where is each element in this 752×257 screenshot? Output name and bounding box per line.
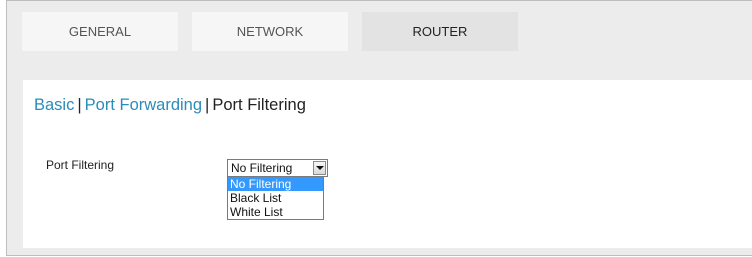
tab-router[interactable]: ROUTER [362, 12, 518, 51]
router-settings-frame: GENERAL NETWORK ROUTER Basic | Port Forwar… [6, 0, 752, 256]
tab-general[interactable]: GENERAL [22, 12, 178, 51]
chevron-down-icon[interactable] [313, 161, 326, 175]
tab-network[interactable]: NETWORK [192, 12, 348, 51]
breadcrumb-separator: | [77, 96, 82, 114]
breadcrumb: Basic | Port Forwarding | Port Filtering [34, 96, 306, 115]
option-black-list[interactable]: Black List [228, 191, 323, 205]
option-white-list[interactable]: White List [228, 205, 323, 219]
breadcrumb-separator: | [205, 96, 210, 114]
breadcrumb-basic-link[interactable]: Basic [34, 96, 74, 114]
port-filtering-dropdown-list: No Filtering Black List White List [227, 177, 324, 220]
port-filtering-label: Port Filtering [46, 158, 115, 172]
breadcrumb-port-forwarding-link[interactable]: Port Forwarding [85, 96, 202, 114]
content-panel: Basic | Port Forwarding | Port Filtering Por… [23, 80, 752, 248]
port-filtering-select[interactable]: No Filtering [227, 159, 328, 177]
option-no-filtering[interactable]: No Filtering [228, 177, 323, 191]
port-filtering-selected-value: No Filtering [231, 161, 293, 175]
breadcrumb-port-filtering-current: Port Filtering [212, 96, 306, 114]
